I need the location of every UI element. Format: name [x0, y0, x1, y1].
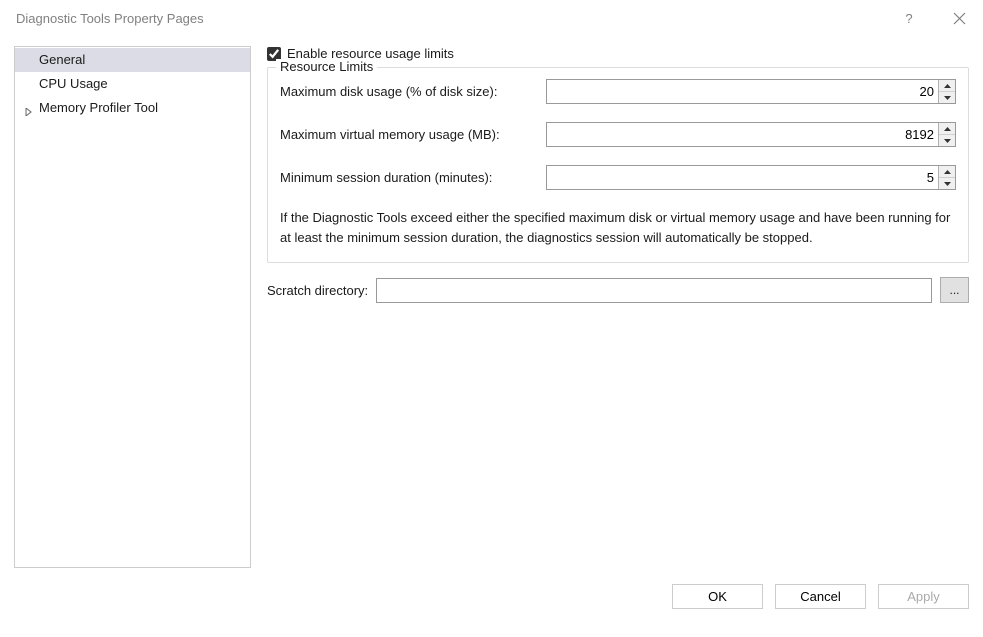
window-title: Diagnostic Tools Property Pages — [12, 11, 204, 26]
spinner-down-icon[interactable] — [939, 135, 955, 146]
spinner-down-icon[interactable] — [939, 92, 955, 103]
min-session-input[interactable] — [547, 166, 938, 189]
sidebar-item-cpu-usage[interactable]: CPU Usage — [15, 72, 250, 96]
titlebar: Diagnostic Tools Property Pages ? — [0, 0, 983, 36]
dialog-footer: OK Cancel Apply — [0, 578, 983, 621]
sidebar-item-general[interactable]: General — [15, 48, 250, 72]
ok-button[interactable]: OK — [672, 584, 763, 609]
sidebar-item-label: General — [39, 52, 85, 67]
resource-limits-help: If the Diagnostic Tools exceed either th… — [280, 208, 956, 248]
max-disk-row: Maximum disk usage (% of disk size): — [280, 79, 956, 104]
browse-button[interactable]: ... — [940, 277, 969, 303]
spinner-down-icon[interactable] — [939, 178, 955, 189]
sidebar-item-label: CPU Usage — [39, 76, 108, 91]
scratch-row: Scratch directory: ... — [265, 277, 969, 303]
min-session-row: Minimum session duration (minutes): — [280, 165, 956, 190]
max-vm-row: Maximum virtual memory usage (MB): — [280, 122, 956, 147]
max-vm-input[interactable] — [547, 123, 938, 146]
min-session-spinner — [938, 166, 955, 189]
dialog-body: General CPU Usage Memory Profiler Tool E… — [0, 36, 983, 578]
max-vm-label: Maximum virtual memory usage (MB): — [280, 127, 546, 142]
sidebar: General CPU Usage Memory Profiler Tool — [14, 46, 251, 568]
sidebar-item-memory-profiler[interactable]: Memory Profiler Tool — [15, 96, 250, 120]
sidebar-item-label: Memory Profiler Tool — [39, 100, 158, 115]
resource-limits-group: Resource Limits Maximum disk usage (% of… — [267, 67, 969, 263]
max-disk-numeric — [546, 79, 956, 104]
max-disk-label: Maximum disk usage (% of disk size): — [280, 84, 546, 99]
max-vm-numeric — [546, 122, 956, 147]
ellipsis-icon: ... — [949, 283, 959, 297]
main-content: Enable resource usage limits Resource Li… — [251, 46, 969, 568]
titlebar-controls: ? — [897, 6, 971, 30]
max-vm-spinner — [938, 123, 955, 146]
spinner-up-icon[interactable] — [939, 166, 955, 178]
max-disk-spinner — [938, 80, 955, 103]
help-icon[interactable]: ? — [897, 6, 921, 30]
scratch-input[interactable] — [376, 278, 932, 303]
close-icon[interactable] — [947, 6, 971, 30]
min-session-label: Minimum session duration (minutes): — [280, 170, 546, 185]
cancel-button[interactable]: Cancel — [775, 584, 866, 609]
min-session-numeric — [546, 165, 956, 190]
chevron-right-icon[interactable] — [25, 102, 33, 122]
resource-limits-legend: Resource Limits — [276, 59, 377, 74]
scratch-label: Scratch directory: — [267, 283, 368, 298]
spinner-up-icon[interactable] — [939, 80, 955, 92]
apply-button[interactable]: Apply — [878, 584, 969, 609]
max-disk-input[interactable] — [547, 80, 938, 103]
spinner-up-icon[interactable] — [939, 123, 955, 135]
